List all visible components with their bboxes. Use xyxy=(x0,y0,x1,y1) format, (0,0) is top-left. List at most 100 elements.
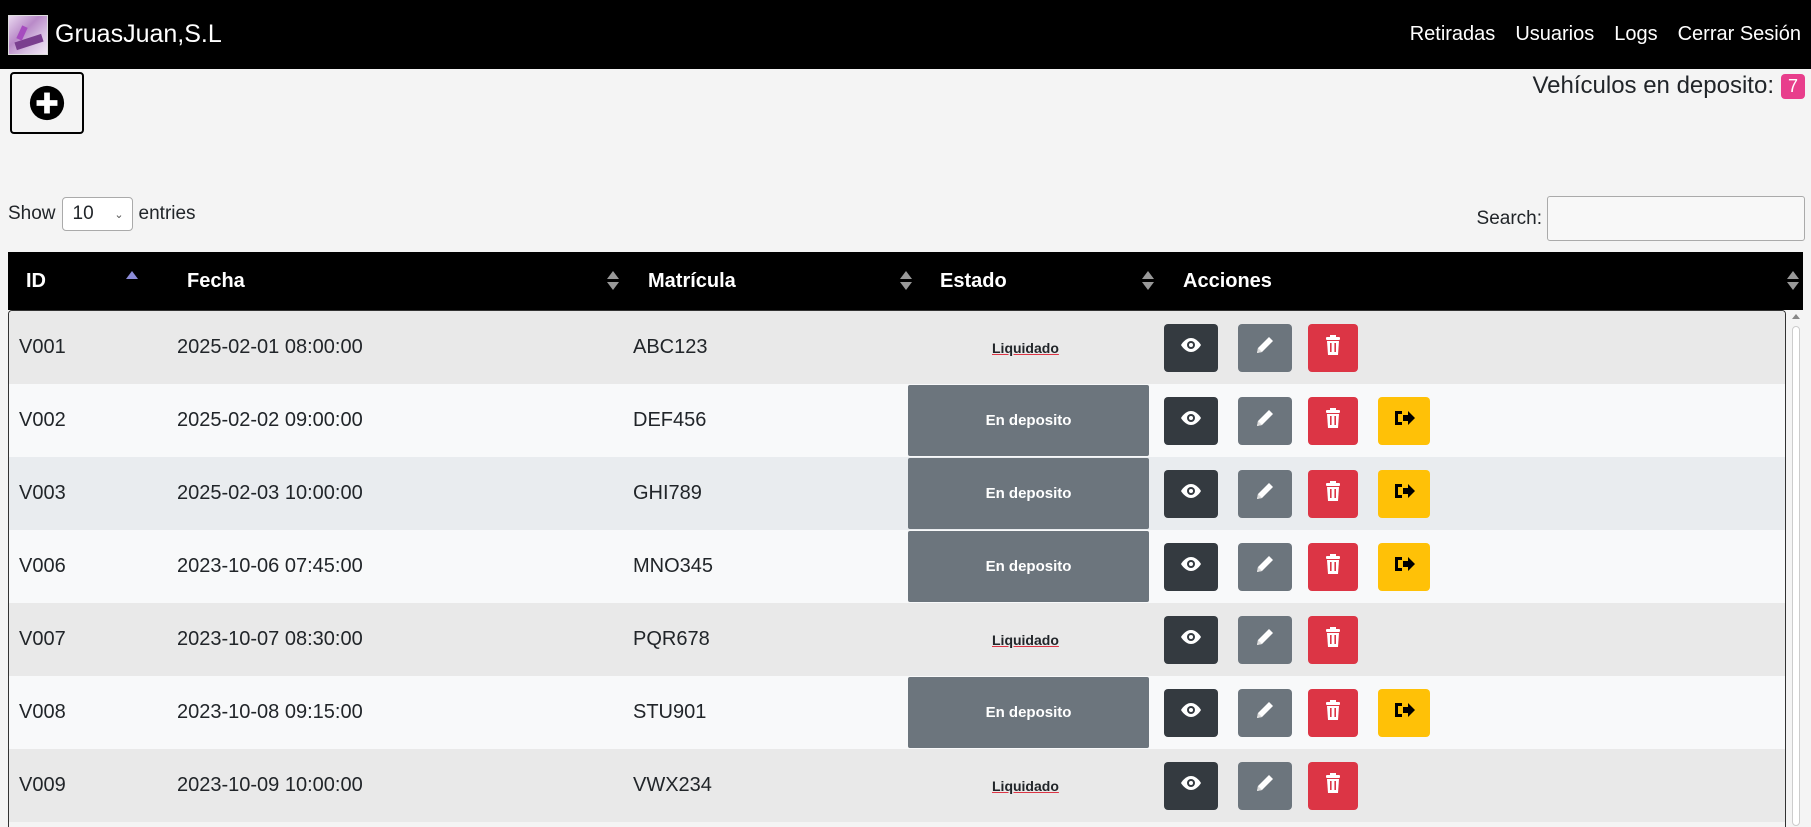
pencil-icon xyxy=(1253,406,1277,436)
cell-fecha: 2025-02-03 10:00:00 xyxy=(177,482,363,504)
cell-id: V002 xyxy=(19,409,66,431)
delete-button[interactable] xyxy=(1308,470,1358,518)
column-header-label: Fecha xyxy=(187,269,245,292)
cell-matricula: DEF456 xyxy=(633,409,707,431)
column-header-acciones[interactable]: Acciones xyxy=(1183,252,1272,310)
brand[interactable]: GruasJuan,S.L xyxy=(8,14,222,55)
sort-icon xyxy=(1142,269,1154,293)
cell-id: V009 xyxy=(19,774,66,796)
eye-icon xyxy=(1179,771,1203,801)
eye-icon xyxy=(1179,698,1203,728)
deposit-count: Vehículos en deposito: 7 xyxy=(1532,72,1805,100)
eye-icon xyxy=(1179,333,1203,363)
nav-link-cerrar-sesion[interactable]: Cerrar Sesión xyxy=(1678,23,1801,46)
delete-button[interactable] xyxy=(1308,397,1358,445)
table-row: V007 2023-10-07 08:30:00 PQR678 Liquidado xyxy=(9,603,1785,676)
edit-button[interactable] xyxy=(1238,762,1292,810)
nav-link-retiradas[interactable]: Retiradas xyxy=(1410,23,1496,46)
sign-out-icon xyxy=(1392,406,1416,436)
add-vehicle-button[interactable] xyxy=(10,72,84,134)
eye-icon xyxy=(1179,625,1203,655)
trash-icon xyxy=(1321,698,1345,728)
edit-button[interactable] xyxy=(1238,397,1292,445)
pencil-icon xyxy=(1253,552,1277,582)
view-button[interactable] xyxy=(1164,762,1218,810)
cell-id: V003 xyxy=(19,482,66,504)
sort-icon xyxy=(607,269,619,293)
cell-matricula: VWX234 xyxy=(633,774,712,796)
nav-links: Retiradas Usuarios Logs Cerrar Sesión xyxy=(1390,0,1801,69)
cell-matricula: GHI789 xyxy=(633,482,702,504)
column-header-estado[interactable]: Estado xyxy=(940,252,1007,310)
withdraw-button[interactable] xyxy=(1378,543,1430,591)
column-header-label: ID xyxy=(26,269,46,292)
delete-button[interactable] xyxy=(1308,616,1358,664)
cell-id: V001 xyxy=(19,336,66,358)
table-row: V001 2025-02-01 08:00:00 ABC123 Liquidado xyxy=(9,311,1785,384)
cell-id: V007 xyxy=(19,628,66,650)
brand-logo xyxy=(8,14,48,55)
table-row: V008 2023-10-08 09:15:00 STU901 En deposito xyxy=(9,676,1785,749)
trash-icon xyxy=(1321,479,1345,509)
page-length-select[interactable]: 10 ⌄ xyxy=(61,197,133,231)
scroll-thumb[interactable] xyxy=(1792,326,1800,826)
view-button[interactable] xyxy=(1164,689,1218,737)
scroll-up-icon[interactable] xyxy=(1792,314,1800,319)
status-badge: En deposito xyxy=(908,458,1149,529)
nav-link-usuarios[interactable]: Usuarios xyxy=(1515,23,1594,46)
eye-icon xyxy=(1179,479,1203,509)
column-header-id[interactable]: ID xyxy=(26,252,46,310)
edit-button[interactable] xyxy=(1238,324,1292,372)
sort-icon xyxy=(1787,269,1799,293)
status-text: Liquidado xyxy=(992,339,1059,356)
column-header-label: Acciones xyxy=(1183,269,1272,292)
sort-icon xyxy=(900,269,912,293)
nav-link-logs[interactable]: Logs xyxy=(1614,23,1657,46)
withdraw-button[interactable] xyxy=(1378,470,1430,518)
sort-icon xyxy=(126,269,138,293)
sign-out-icon xyxy=(1392,552,1416,582)
delete-button[interactable] xyxy=(1308,543,1358,591)
view-button[interactable] xyxy=(1164,470,1218,518)
cell-fecha: 2025-02-01 08:00:00 xyxy=(177,336,363,358)
pencil-icon xyxy=(1253,771,1277,801)
table-body: V001 2025-02-01 08:00:00 ABC123 Liquidado V0… xyxy=(8,310,1786,827)
view-button[interactable] xyxy=(1164,616,1218,664)
edit-button[interactable] xyxy=(1238,543,1292,591)
cell-fecha: 2025-02-02 09:00:00 xyxy=(177,409,363,431)
cell-fecha: 2023-10-09 10:00:00 xyxy=(177,774,363,796)
edit-button[interactable] xyxy=(1238,470,1292,518)
search-control: Search: xyxy=(1477,196,1805,241)
view-button[interactable] xyxy=(1164,324,1218,372)
deposit-count-label: Vehículos en deposito: xyxy=(1532,72,1774,99)
navbar: GruasJuan,S.L Retiradas Usuarios Logs Ce… xyxy=(0,0,1811,69)
trash-icon xyxy=(1321,333,1345,363)
view-button[interactable] xyxy=(1164,397,1218,445)
eye-icon xyxy=(1179,552,1203,582)
pencil-icon xyxy=(1253,479,1277,509)
delete-button[interactable] xyxy=(1308,762,1358,810)
page-length-value: 10 xyxy=(72,203,94,224)
cell-matricula: MNO345 xyxy=(633,555,714,577)
cell-id: V006 xyxy=(19,555,66,577)
pencil-icon xyxy=(1253,333,1277,363)
trash-icon xyxy=(1321,406,1345,436)
cell-matricula: ABC123 xyxy=(633,336,708,358)
column-header-matricula[interactable]: Matrícula xyxy=(648,252,736,310)
delete-button[interactable] xyxy=(1308,324,1358,372)
search-label: Search: xyxy=(1476,207,1542,229)
table-scrollbar[interactable] xyxy=(1789,310,1803,827)
view-button[interactable] xyxy=(1164,543,1218,591)
delete-button[interactable] xyxy=(1308,689,1358,737)
edit-button[interactable] xyxy=(1238,616,1292,664)
column-header-fecha[interactable]: Fecha xyxy=(187,252,245,310)
trash-icon xyxy=(1321,552,1345,582)
withdraw-button[interactable] xyxy=(1378,397,1430,445)
status-cell: Liquidado xyxy=(992,749,1059,822)
pencil-icon xyxy=(1253,698,1277,728)
withdraw-button[interactable] xyxy=(1378,689,1430,737)
column-header-label: Matrícula xyxy=(648,269,736,292)
search-input[interactable] xyxy=(1547,196,1805,241)
edit-button[interactable] xyxy=(1238,689,1292,737)
status-badge: En deposito xyxy=(908,677,1149,748)
